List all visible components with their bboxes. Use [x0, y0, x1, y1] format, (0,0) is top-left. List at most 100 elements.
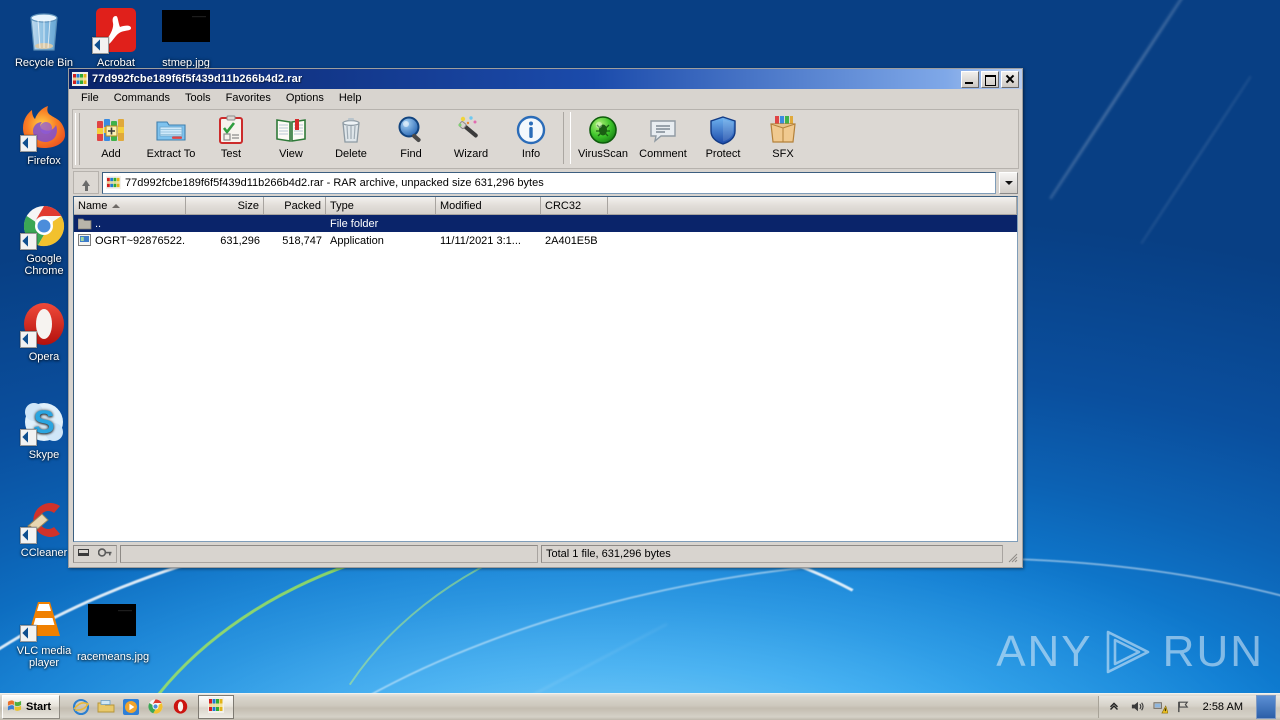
- column-header-type[interactable]: Type: [326, 197, 436, 214]
- shortcut-overlay-icon: [92, 37, 109, 54]
- shortcut-overlay-icon: [20, 527, 37, 544]
- toolbar-button-test[interactable]: Test: [201, 112, 261, 168]
- column-header-modified[interactable]: Modified: [436, 197, 541, 214]
- table-row[interactable]: .. File folder: [74, 215, 1017, 232]
- toolbar-button-delete[interactable]: Delete: [321, 112, 381, 168]
- quicklaunch-windows-explorer[interactable]: [97, 698, 115, 716]
- toolbar-button-wizard[interactable]: Wizard: [441, 112, 501, 168]
- status-message: [120, 545, 538, 563]
- toolbar[interactable]: Add Extract To Test View Delete Find Wizard Inf…: [72, 109, 1019, 169]
- internet-explorer-icon: [72, 698, 90, 720]
- column-header-packed[interactable]: Packed: [264, 197, 326, 214]
- taskbar-button-winrar-window[interactable]: [198, 695, 235, 719]
- skype-icon: S: [20, 398, 68, 446]
- up-one-level-icon[interactable]: [73, 171, 99, 194]
- toolbar-button-label: Find: [400, 148, 422, 160]
- file-name: ..: [95, 217, 102, 230]
- desktop-icon-recycle-bin[interactable]: Recycle Bin: [8, 6, 80, 69]
- winrar-books-icon: [72, 72, 88, 86]
- toolbar-button-label: Delete: [335, 148, 367, 160]
- toolbar-button-extract-to[interactable]: Extract To: [141, 112, 201, 168]
- quicklaunch-google-chrome[interactable]: [147, 698, 165, 716]
- archive-path-field[interactable]: 77d992fcbe189f6f5f439d11b266b4d2.rar - R…: [102, 171, 996, 194]
- find-magnifier-icon: [395, 113, 427, 147]
- file-name: OGRT~92876522...: [95, 234, 186, 247]
- file-list[interactable]: Name Size Packed Type Modified CRC32 .. File f…: [73, 196, 1018, 542]
- menu-item-commands[interactable]: Commands: [107, 90, 177, 106]
- status-bar: Total 1 file, 631,296 bytes: [73, 545, 1018, 563]
- file-list-body[interactable]: .. File folder OGRT~92876522... 631,296 518,…: [74, 215, 1017, 249]
- toolbar-button-find[interactable]: Find: [381, 112, 441, 168]
- desktop-icon-racemeans-jpg[interactable]: racemeans.jpg: [76, 600, 149, 663]
- desktop-icon-stmep-jpg[interactable]: stmep.jpg: [150, 6, 222, 69]
- sort-ascending-icon: [112, 203, 121, 208]
- anyrun-play-logo-icon: [1101, 628, 1155, 676]
- minimize-icon[interactable]: [961, 70, 979, 88]
- start-button[interactable]: Start: [2, 695, 61, 719]
- quicklaunch-internet-explorer[interactable]: [72, 698, 90, 716]
- menu-bar[interactable]: File Commands Tools Favorites Options Help: [69, 89, 1022, 108]
- quick-launch-bar[interactable]: [72, 698, 190, 716]
- taskbar[interactable]: Start 2:58 AM: [0, 693, 1280, 720]
- winrar-window[interactable]: 77d992fcbe189f6f5f439d11b266b4d2.rar Fil…: [68, 68, 1023, 568]
- toolbar-button-sfx[interactable]: SFX: [753, 112, 813, 168]
- address-bar[interactable]: 77d992fcbe189f6f5f439d11b266b4d2.rar - R…: [73, 171, 1018, 194]
- volume-icon[interactable]: [1130, 699, 1146, 715]
- toolbar-button-label: Extract To: [146, 148, 196, 160]
- table-row[interactable]: OGRT~92876522... 631,296 518,747 Applicatio…: [74, 232, 1017, 249]
- sfx-box-icon: [767, 113, 799, 147]
- column-header-name[interactable]: Name: [74, 197, 186, 214]
- add-archive-icon: [95, 113, 127, 147]
- menu-item-favorites[interactable]: Favorites: [219, 90, 278, 106]
- comment-balloon-icon: [647, 113, 679, 147]
- column-header-size[interactable]: Size: [186, 197, 264, 214]
- cell-packed: 518,747: [282, 234, 322, 247]
- network-warning-icon[interactable]: [1153, 699, 1169, 715]
- toolbar-button-add[interactable]: Add: [81, 112, 141, 168]
- toolbar-button-comment[interactable]: Comment: [633, 112, 693, 168]
- toolbar-button-virusscan[interactable]: VirusScan: [573, 112, 633, 168]
- taskbar-clock[interactable]: 2:58 AM: [1199, 701, 1247, 713]
- recycle-bin-icon: [20, 6, 68, 54]
- media-player-icon: [122, 699, 140, 720]
- menu-item-help[interactable]: Help: [332, 90, 369, 106]
- maximize-icon[interactable]: [981, 70, 999, 88]
- toolbar-button-view[interactable]: View: [261, 112, 321, 168]
- status-icons[interactable]: [73, 545, 117, 563]
- system-tray[interactable]: 2:58 AM: [1097, 695, 1280, 719]
- chevron-down-icon[interactable]: [999, 171, 1018, 194]
- close-icon[interactable]: [1001, 70, 1019, 88]
- desktop-icon-acrobat[interactable]: Acrobat: [80, 6, 152, 69]
- show-desktop-button[interactable]: [1256, 695, 1276, 719]
- file-list-header[interactable]: Name Size Packed Type Modified CRC32: [74, 197, 1017, 215]
- toolbar-button-info[interactable]: Info: [501, 112, 561, 168]
- toolbar-button-label: Info: [521, 148, 541, 160]
- menu-item-file[interactable]: File: [74, 90, 106, 106]
- info-circle-icon: [515, 113, 547, 147]
- task-buttons[interactable]: [198, 695, 235, 719]
- cell-crc32: 2A401E5B: [545, 234, 598, 247]
- resize-grip-icon[interactable]: [1006, 545, 1018, 563]
- shortcut-overlay-icon: [20, 331, 37, 348]
- action-center-flag-icon[interactable]: [1176, 699, 1192, 715]
- wallpaper-light-streak-1: [1049, 0, 1194, 200]
- column-header-filler: [608, 197, 1017, 214]
- window-titlebar[interactable]: 77d992fcbe189f6f5f439d11b266b4d2.rar: [69, 69, 1022, 89]
- column-header-crc32[interactable]: CRC32: [541, 197, 608, 214]
- column-header-label: Name: [78, 199, 108, 212]
- menu-item-options[interactable]: Options: [279, 90, 331, 106]
- menu-item-tools[interactable]: Tools: [178, 90, 218, 106]
- cell-type: File folder: [330, 217, 379, 230]
- wallpaper-light-streak-2: [1140, 75, 1252, 245]
- quicklaunch-opera[interactable]: [172, 698, 190, 716]
- test-clipboard-icon: [215, 113, 247, 147]
- window-controls[interactable]: [961, 70, 1019, 88]
- toolbar-button-protect[interactable]: Protect: [693, 112, 753, 168]
- show-hidden-icons-icon[interactable]: [1107, 699, 1123, 715]
- opera-icon: [172, 699, 189, 719]
- quicklaunch-windows-media-player[interactable]: [122, 698, 140, 716]
- desktop-icon-vlc-media-player[interactable]: VLC media player: [8, 594, 80, 669]
- anyrun-watermark: ANY RUN: [996, 627, 1264, 677]
- column-header-label: Type: [330, 199, 354, 212]
- toolbar-button-label: SFX: [772, 148, 794, 160]
